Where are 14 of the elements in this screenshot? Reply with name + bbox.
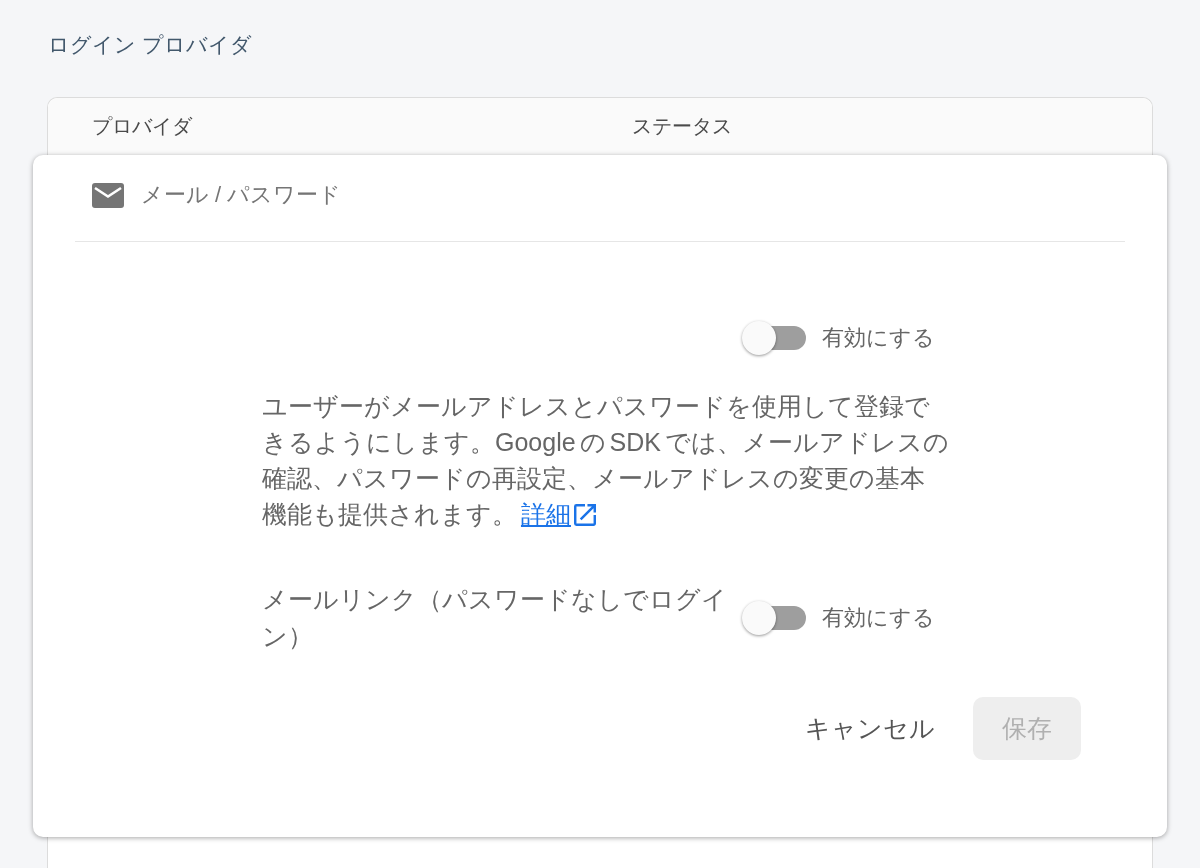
column-header: プロバイダ — [92, 115, 192, 137]
provider-name: メール / パスワード — [141, 181, 342, 209]
toggle-switch[interactable] — [742, 321, 806, 355]
mail-icon — [92, 182, 124, 208]
cancel-button[interactable]: キャンセル — [789, 697, 951, 760]
details-link[interactable]: 詳細 — [520, 500, 596, 528]
description-text: ユーザーがメールアドレスとパスワードを使用して登録できるようにします。Google の SDK では、メールアドレスの確認、パスワードの再設定、メールアドレスの変更の基本機能も提供されます。詳細 — [262, 391, 949, 530]
page-title: ログイン プロバイダ — [48, 32, 252, 58]
toggle-switch[interactable] — [742, 601, 806, 635]
external-link-icon — [573, 504, 596, 526]
column-header: ステータス — [632, 115, 732, 137]
email-link-label: メールリンク（パスワードなしでログイン） — [262, 584, 728, 652]
toggle-label: 有効にする — [822, 604, 935, 632]
toggle-label: 有効にする — [822, 324, 935, 352]
